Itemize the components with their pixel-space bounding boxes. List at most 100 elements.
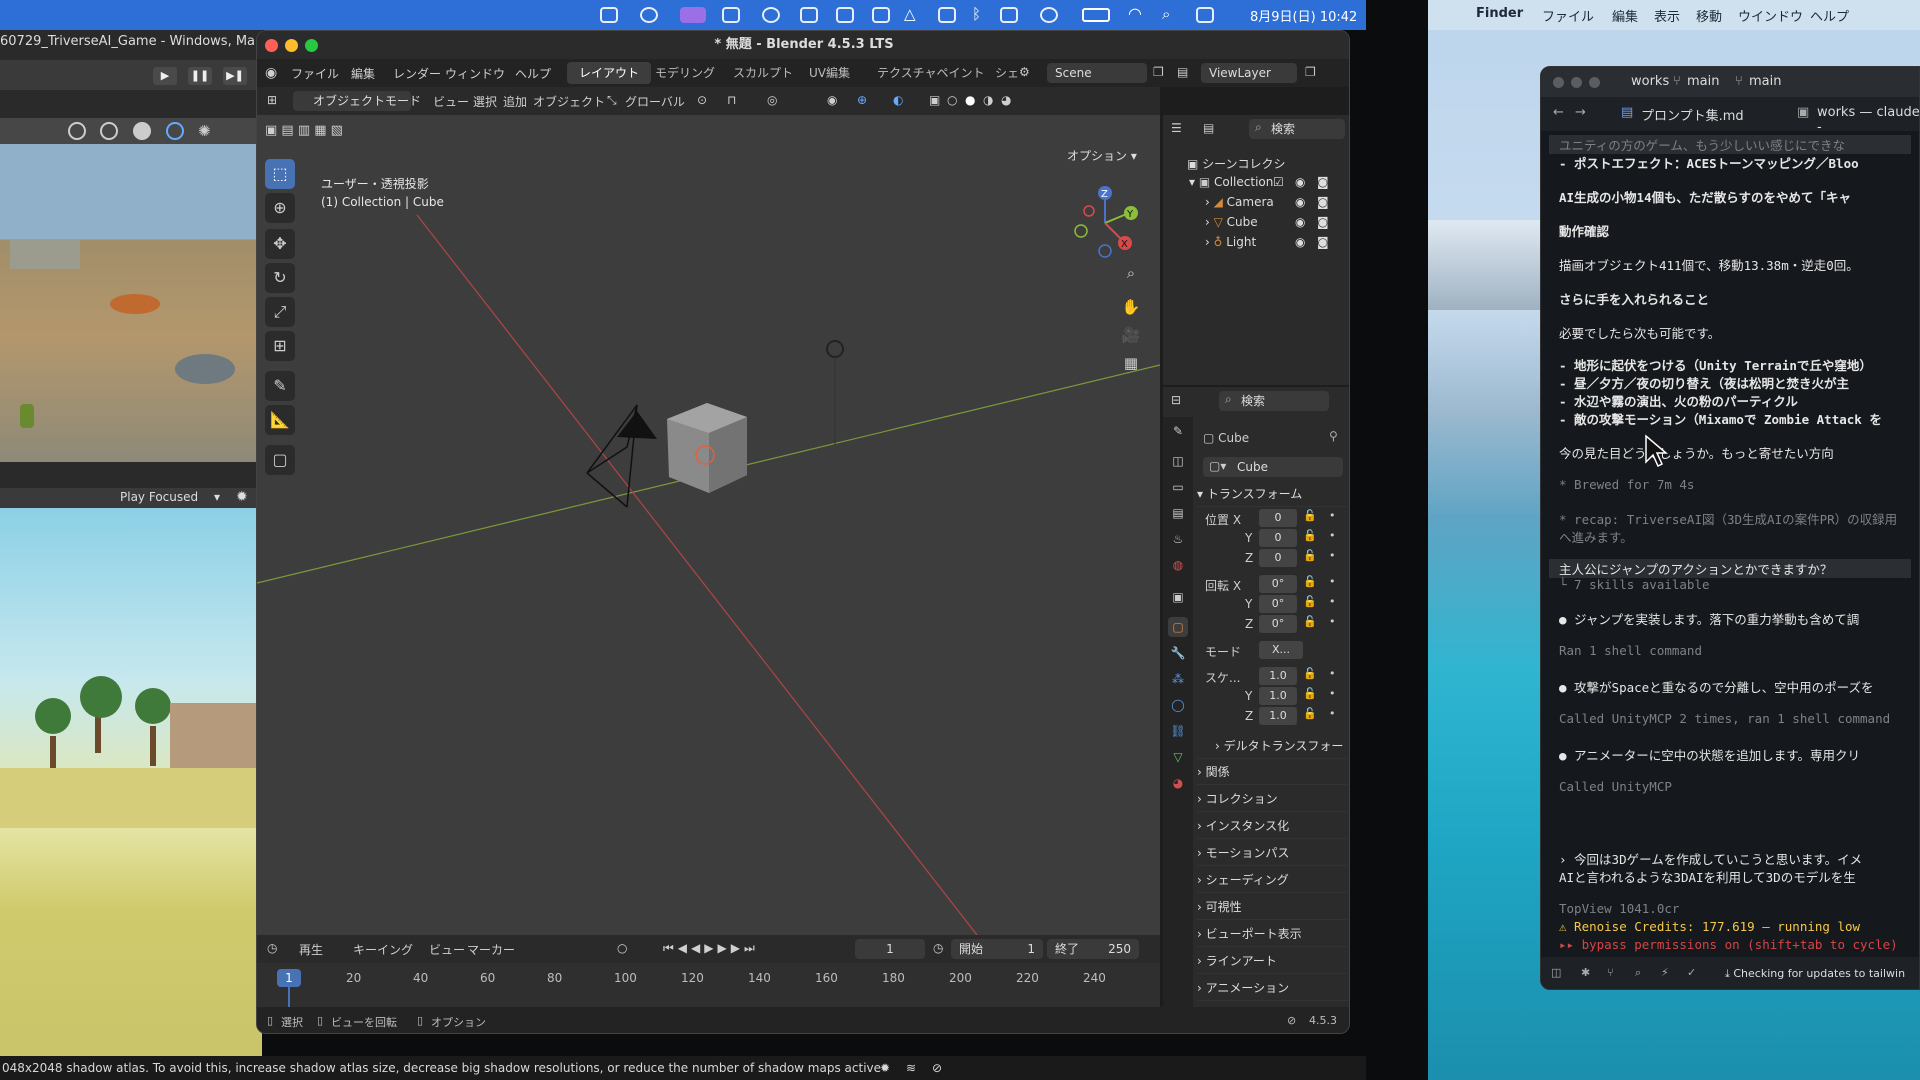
collection-row[interactable]: ▾ ▣ Collection ☑ ◉ ◙ (1163, 175, 1349, 195)
lightning-icon[interactable]: ⚡ (1661, 966, 1669, 979)
scale-z-field[interactable]: 1.0 (1259, 707, 1297, 725)
transform-tool-icon[interactable]: ⊞ (265, 331, 295, 361)
timeline-editor-icon[interactable]: ◷ (267, 941, 277, 955)
extensions-icon[interactable]: ✱ (1581, 966, 1590, 979)
battery-icon[interactable] (1082, 8, 1110, 22)
step-button[interactable]: ▶❚ (223, 67, 247, 85)
3d-viewport[interactable]: ユーザー・透視投影 (1) Collection | Cube ▣ ▤ ▥ ▦ … (257, 115, 1160, 935)
location-z-field[interactable]: 0 (1259, 549, 1297, 567)
eye-icon[interactable]: ◉ (1295, 195, 1305, 209)
tab-texture-paint[interactable]: テクスチャペイント (865, 62, 997, 84)
menu-window[interactable]: ウィンドウ (445, 65, 505, 82)
minimize-button[interactable] (1571, 77, 1582, 88)
camera-render-icon[interactable]: ◙ (1317, 175, 1329, 189)
properties-editor-icon[interactable]: ⊟ (1171, 393, 1181, 407)
back-arrow-icon[interactable]: ← (1553, 105, 1564, 120)
menu-select[interactable]: 選択 (473, 93, 497, 110)
solid-shading-icon[interactable]: ● (965, 93, 975, 107)
lock-icon[interactable]: 🔓 (1303, 595, 1317, 608)
menu-view[interactable]: ビュー (433, 93, 469, 110)
rotation-mode-dropdown[interactable]: X... (1259, 641, 1303, 659)
lock-icon[interactable]: 🔓 (1303, 549, 1317, 562)
menu-edit[interactable]: 編集 (351, 65, 375, 82)
lock-icon[interactable]: 🔓 (1303, 509, 1317, 522)
outliner-search-input[interactable]: 検索 (1249, 119, 1345, 139)
select-mode-buttons[interactable]: ▣ ▤ ▥ ▦ ▧ (265, 123, 365, 143)
scene-collection-row[interactable]: ▣ シーンコレクシ (1163, 155, 1349, 175)
pause-button[interactable]: ❚❚ (188, 67, 212, 85)
rotate-tool-icon[interactable]: ↻ (265, 263, 295, 293)
search-icon[interactable]: ⌕ (1635, 966, 1641, 980)
sidebar-icon[interactable]: ◫ (1551, 966, 1561, 979)
menu-file[interactable]: ファイル (291, 65, 339, 82)
rotation-z-field[interactable]: 0° (1259, 615, 1297, 633)
finder-menu-window[interactable]: ウインドウ (1738, 6, 1803, 25)
finder-app-name[interactable]: Finder (1476, 6, 1523, 21)
modifier-tab-icon[interactable]: 🔧 (1168, 643, 1188, 663)
scene-tab-icon[interactable]: ♨ (1168, 529, 1188, 549)
delta-transform-section[interactable]: › デルタトランスフォー (1197, 737, 1347, 759)
tab-uv-editing[interactable]: UV編集 (797, 62, 862, 84)
snap-icon[interactable]: ⊓ (727, 93, 736, 107)
effects-icon[interactable]: ✺ (198, 122, 211, 140)
bug-icon[interactable]: ✹ (880, 1056, 890, 1080)
section-viewport-display[interactable]: › ビューポート表示 (1197, 925, 1347, 947)
new-scene-icon[interactable]: ❐ (1153, 65, 1164, 79)
start-frame-field[interactable]: 開始 1 (951, 939, 1043, 959)
zoom-icon[interactable]: ⌕ (1119, 261, 1143, 285)
status-app-icon[interactable] (938, 7, 956, 23)
terminal-output[interactable]: ユニティの方のゲーム、もう少しいい感じにできな - ポストエフェクト：ACESトー… (1541, 131, 1919, 957)
annotate-tool-icon[interactable]: ✎ (265, 371, 295, 401)
finder-menu-view[interactable]: 表示 (1654, 6, 1680, 25)
section-visibility[interactable]: › 可視性 (1197, 898, 1347, 920)
camera-render-icon[interactable]: ◙ (1317, 215, 1329, 229)
search-icon[interactable]: ⌕ (1162, 5, 1170, 23)
outliner-item-cube[interactable]: › ▽ Cube ◉ ◙ (1163, 215, 1349, 235)
status-app-icon[interactable] (800, 7, 818, 23)
measure-tool-icon[interactable]: 📐 (265, 405, 295, 435)
blender-logo-icon[interactable]: ◉ (265, 65, 277, 81)
overlay-icon[interactable]: ◐ (893, 93, 903, 107)
menu-marker[interactable]: マーカー (467, 941, 515, 958)
status-app-icon[interactable] (1000, 7, 1018, 23)
timeline-area[interactable]: 120406080100120140160180200220240 1 (257, 963, 1160, 1007)
keyframe-dot-icon[interactable]: • (1329, 529, 1336, 542)
physics-tab-icon[interactable]: ◯ (1168, 695, 1188, 715)
pin-icon[interactable]: ⚲ (1329, 429, 1338, 443)
lock-icon[interactable]: 🔓 (1303, 667, 1317, 680)
menu-help[interactable]: ヘルプ (515, 65, 551, 82)
zoom-button[interactable] (1589, 77, 1600, 88)
outliner-editor-icon[interactable]: ☰ (1171, 121, 1182, 135)
visibility-icon[interactable]: ◉ (827, 93, 837, 107)
options-dropdown[interactable]: オプション ▾ (1067, 147, 1137, 164)
scene-selector[interactable]: Scene (1047, 63, 1147, 83)
wifi-icon[interactable]: ◠ (1128, 4, 1142, 23)
proportional-edit-icon[interactable]: ◎ (767, 93, 777, 107)
keyframe-dot-icon[interactable]: • (1329, 549, 1336, 562)
mode-dropdown[interactable]: オブジェクトモード (293, 91, 421, 111)
end-frame-field[interactable]: 終了 250 (1047, 939, 1139, 959)
display-mode-icon[interactable]: ▤ (1203, 121, 1214, 135)
camera-render-icon[interactable]: ◙ (1317, 195, 1329, 209)
collection-tab-icon[interactable]: ▣ (1168, 587, 1188, 607)
material-shading-icon[interactable]: ◑ (983, 93, 993, 107)
menu-keying[interactable]: キーイング (353, 941, 413, 958)
transform-orientation-icon[interactable]: ⤡ (607, 93, 617, 108)
finder-menu-go[interactable]: 移動 (1696, 6, 1722, 25)
playback-controls[interactable]: ⏮◀◀▶▶▶⏭ (663, 941, 759, 956)
render-tab-icon[interactable]: ◫ (1168, 451, 1188, 471)
finder-menu-file[interactable]: ファイル (1542, 6, 1594, 25)
keyframe-dot-icon[interactable]: • (1329, 575, 1336, 588)
bluetooth-icon[interactable]: ᛒ (972, 5, 981, 23)
eye-icon[interactable]: ◉ (1295, 215, 1305, 229)
finder-menu-edit[interactable]: 編集 (1612, 6, 1638, 25)
tab-sculpt[interactable]: スカルプト (721, 62, 805, 84)
source-control-icon[interactable]: ⑂ (1607, 966, 1614, 979)
section-shading[interactable]: › シェーディング (1197, 871, 1347, 893)
control-center-icon[interactable] (1196, 7, 1214, 23)
camera-view-icon[interactable]: 🎥 (1119, 323, 1143, 347)
zoom-button[interactable] (305, 39, 318, 52)
lock-icon[interactable]: 🔓 (1303, 707, 1317, 720)
menu-timeline-view[interactable]: ビュー (429, 941, 465, 958)
record-icon[interactable]: ○ (617, 941, 627, 955)
